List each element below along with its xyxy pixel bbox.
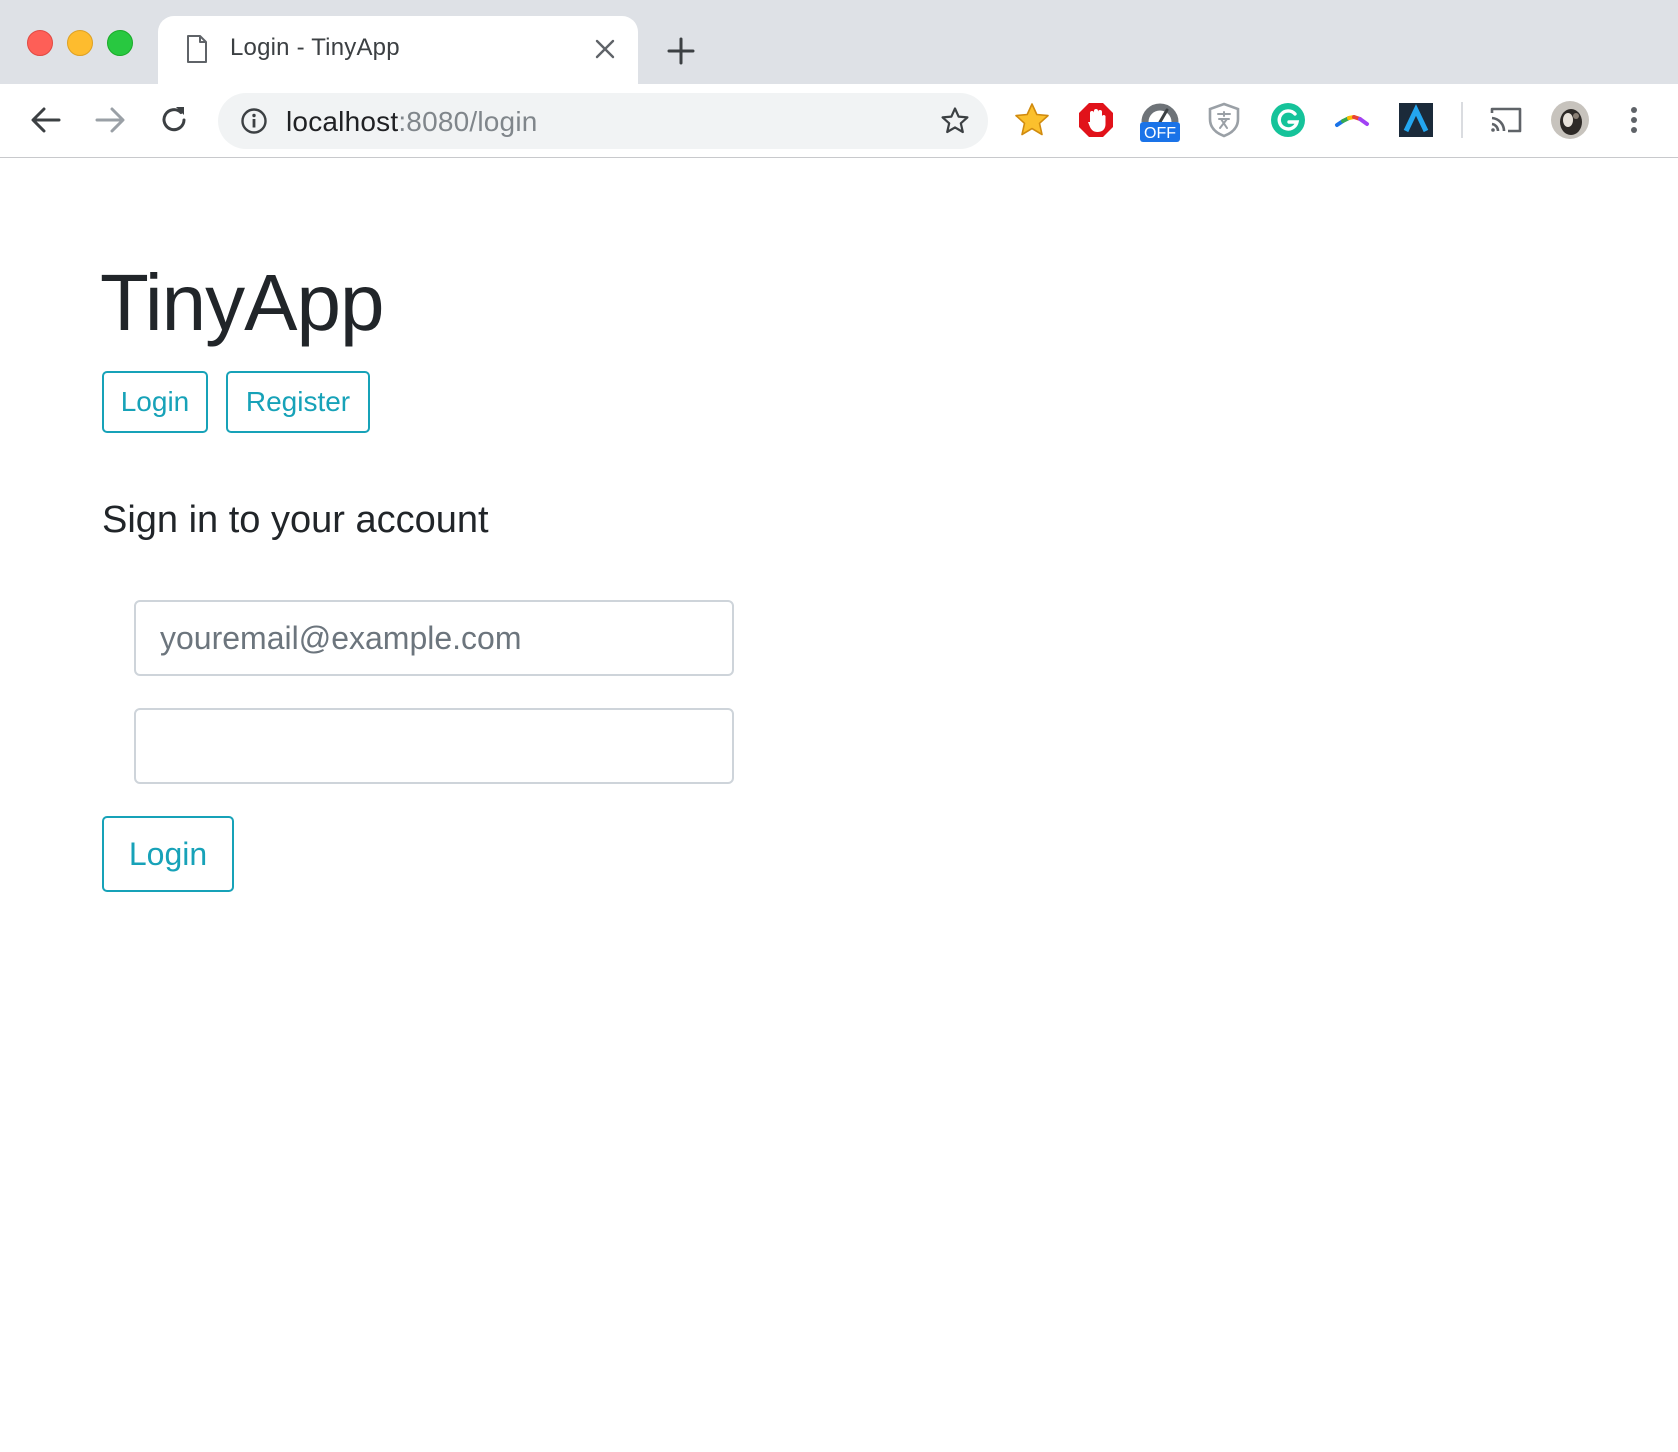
nav-register-button[interactable]: Register — [226, 371, 370, 433]
speedometer-extension-icon[interactable]: OFF — [1140, 98, 1180, 144]
document-icon — [187, 35, 207, 63]
grammarly-icon[interactable] — [1268, 100, 1308, 140]
url-text[interactable]: localhost:8080/login — [286, 106, 538, 138]
bookmark-star-icon[interactable] — [940, 106, 970, 136]
browser-toolbar: localhost:8080/login OFF — [0, 84, 1678, 158]
star-extension-icon[interactable] — [1012, 100, 1052, 140]
adblock-icon[interactable] — [1076, 100, 1116, 140]
kebab-menu-icon[interactable] — [1614, 100, 1654, 140]
shield-extension-icon[interactable] — [1204, 100, 1244, 140]
page-content: TinyApp Login Register Sign in to your a… — [0, 159, 1678, 1452]
tab-close-icon[interactable] — [594, 38, 616, 60]
nav-login-button[interactable]: Login — [102, 371, 208, 433]
password-field[interactable] — [134, 708, 734, 784]
window-minimize-button[interactable] — [67, 30, 93, 56]
tab-active[interactable]: Login - TinyApp — [158, 16, 638, 84]
cast-icon[interactable] — [1486, 100, 1526, 140]
rainbow-extension-icon[interactable] — [1332, 100, 1372, 140]
extension-off-badge: OFF — [1144, 125, 1176, 142]
url-path: :8080/login — [398, 106, 538, 137]
browser-window: Login - TinyApp localhost:8080/login OFF… — [0, 0, 1678, 1452]
toolbar-separator — [1461, 102, 1463, 138]
a-logo-extension-icon[interactable] — [1396, 100, 1436, 140]
window-close-button[interactable] — [27, 30, 53, 56]
forward-arrow-icon[interactable] — [93, 103, 127, 137]
site-info-icon[interactable] — [240, 107, 268, 135]
reload-icon[interactable] — [157, 103, 191, 137]
url-host: localhost — [286, 106, 399, 137]
tab-strip: Login - TinyApp — [0, 0, 1678, 84]
new-tab-icon[interactable] — [666, 36, 696, 66]
brand-title: TinyApp — [100, 258, 385, 347]
profile-avatar[interactable] — [1550, 100, 1590, 140]
window-maximize-button[interactable] — [107, 30, 133, 56]
tab-title: Login - TinyApp — [230, 34, 400, 61]
back-arrow-icon[interactable] — [29, 103, 63, 137]
login-submit-button[interactable]: Login — [102, 816, 234, 892]
page-heading: Sign in to your account — [102, 499, 489, 541]
address-bar[interactable]: localhost:8080/login — [218, 93, 988, 149]
email-field[interactable] — [134, 600, 734, 676]
